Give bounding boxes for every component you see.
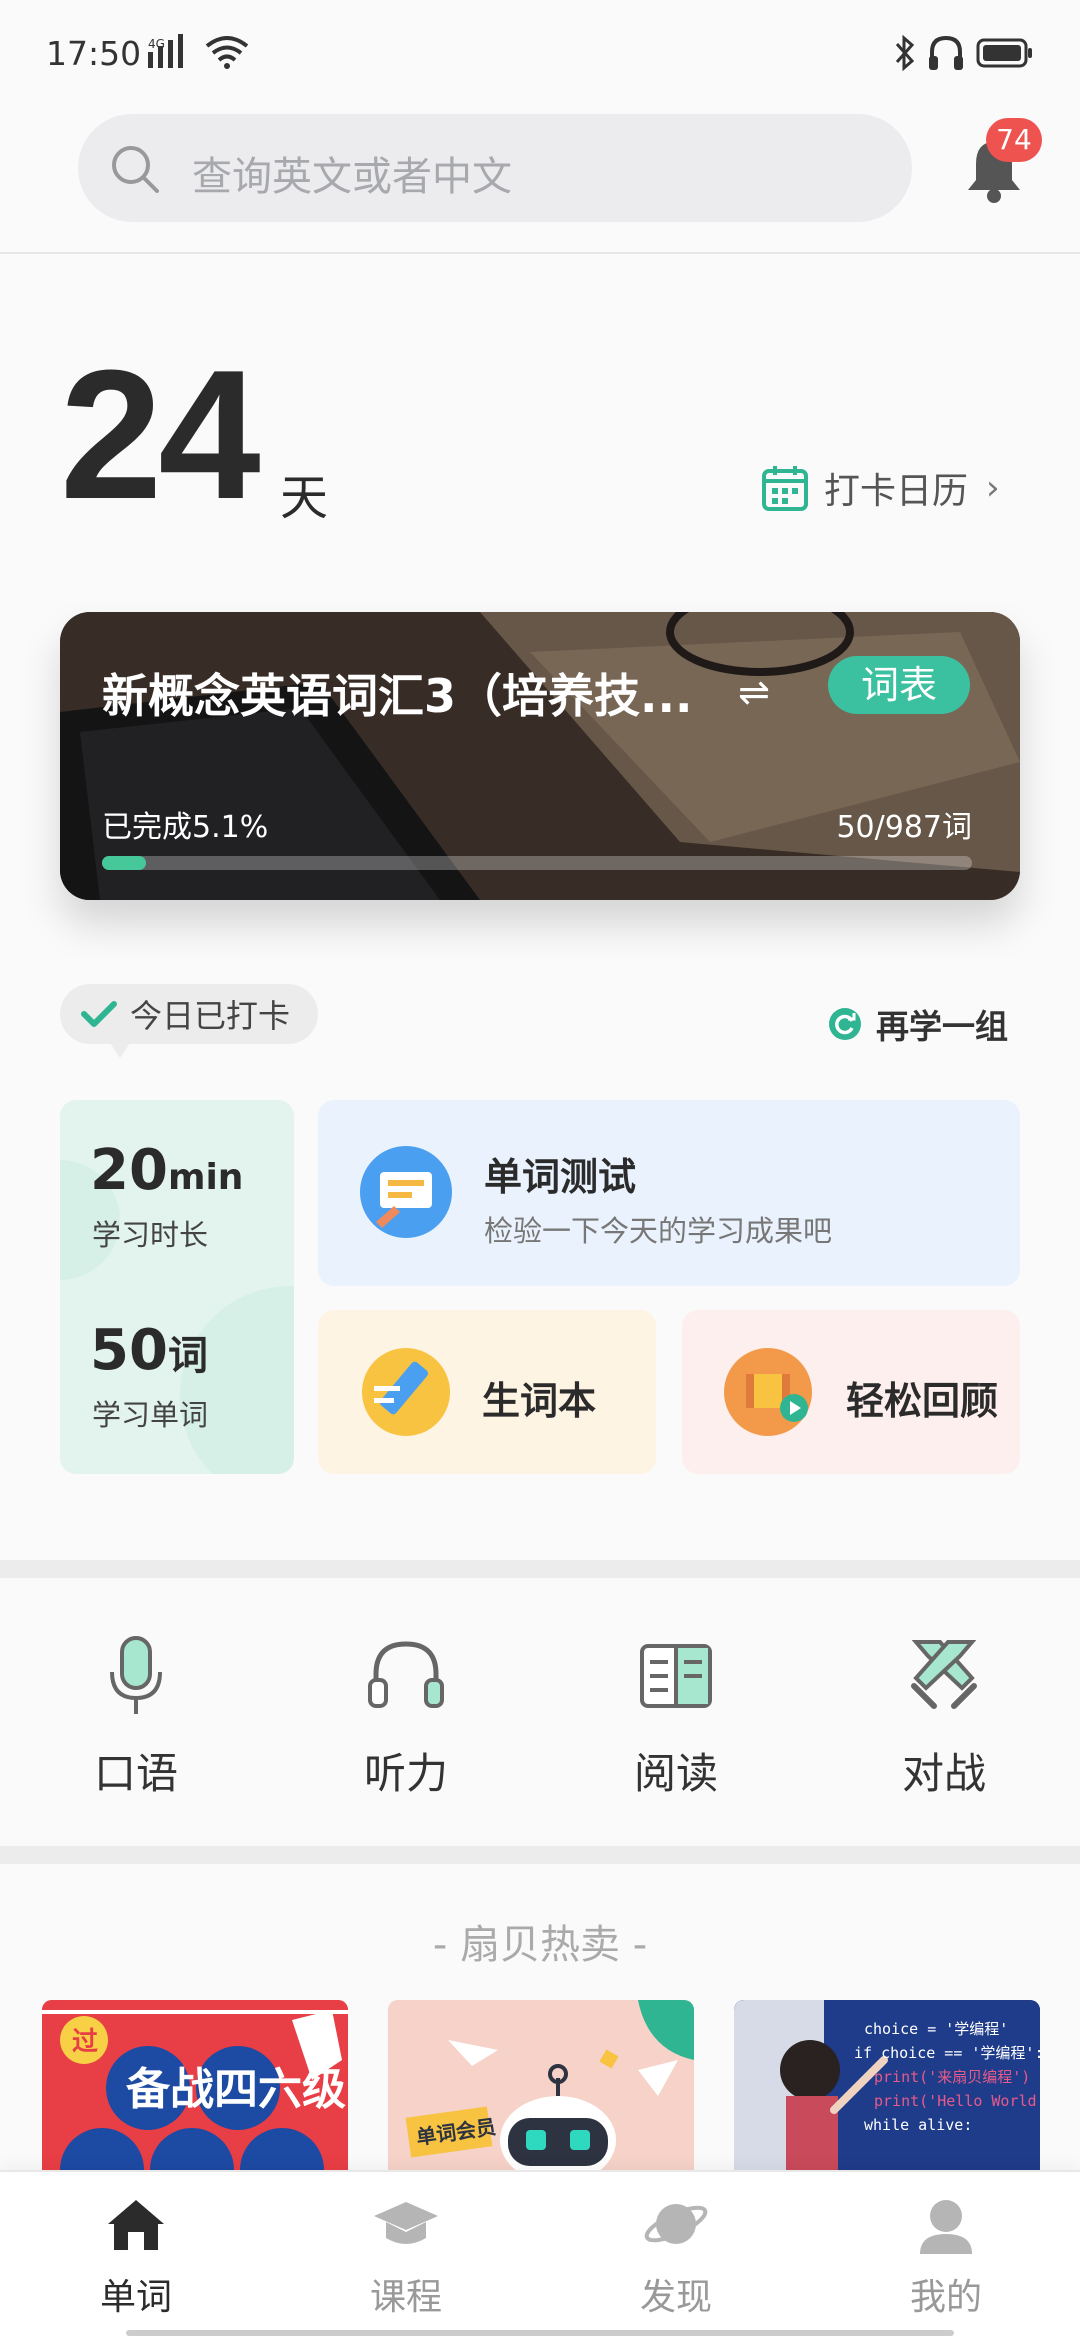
vocab-book-card[interactable]: 生词本: [318, 1310, 656, 1474]
search-header: 查询英文或者中文 74: [0, 100, 1080, 254]
svg-text:备战四六级: 备战四六级: [126, 2064, 346, 2115]
crossed-swords-icon: [911, 1640, 977, 1709]
signal-icon: 4G: [148, 34, 183, 68]
svg-text:过: 过: [72, 2027, 98, 2057]
badge-pointer: [108, 1040, 132, 1058]
book-open-icon: [640, 1644, 712, 1708]
tab-label: 我的: [909, 2277, 982, 2318]
tab-label: 课程: [369, 2277, 442, 2318]
easy-review-card[interactable]: 轻松回顾: [682, 1310, 1020, 1474]
today-checked-in-badge: 今日已打卡: [60, 984, 319, 1044]
feature-row: 口语 听力 阅读 对战: [0, 1578, 1080, 1846]
study-duration-label: 学习时长: [92, 1218, 209, 1252]
calendar-icon: [762, 466, 808, 511]
status-bar: 17:50 4G: [0, 0, 1080, 100]
vocab-book-icon: [362, 1348, 450, 1436]
product-card-cet[interactable]: 过 备战四六级: [42, 2000, 348, 2180]
switch-book-icon[interactable]: ⇌: [738, 670, 770, 714]
search-input[interactable]: 查询英文或者中文: [78, 114, 912, 222]
wifi-icon: [205, 36, 249, 69]
feature-label: 阅读: [633, 1749, 718, 1798]
tab-label: 发现: [639, 2277, 712, 2318]
streak-days: 24: [60, 331, 261, 537]
feature-label: 对战: [901, 1749, 986, 1798]
status-time: 17:50: [46, 34, 142, 73]
book-word-count: 50/987词: [836, 810, 972, 845]
notification-badge: 74: [986, 118, 1042, 162]
planet-icon: [644, 2204, 708, 2244]
section-divider: [0, 1560, 1080, 1578]
product-coding-image: choice = '学编程' if choice == '学编程': print…: [734, 2000, 1040, 2180]
user-icon: [920, 2200, 972, 2254]
easy-review-title: 轻松回顾: [846, 1379, 999, 1423]
study-again-label: 再学一组: [876, 1007, 1008, 1046]
study-words-value: 50词: [90, 1318, 208, 1383]
tab-discover[interactable]: 发现: [596, 2194, 756, 2320]
study-again-button[interactable]: 再学一组: [828, 1000, 1008, 1048]
word-test-icon: [360, 1146, 452, 1238]
today-checked-in-label: 今日已打卡: [130, 997, 291, 1035]
search-icon: [112, 146, 159, 193]
feature-label: 口语: [93, 1749, 178, 1798]
feature-speaking[interactable]: 口语: [36, 1628, 236, 1801]
current-book-card[interactable]: 新概念英语词汇3（培养技... ⇌ 词表 已完成5.1% 50/987词: [60, 612, 1020, 900]
study-words-label: 学习单词: [92, 1398, 209, 1432]
home-icon: [108, 2200, 164, 2250]
tab-words[interactable]: 单词: [56, 2194, 216, 2320]
study-duration-value: 20min: [90, 1138, 244, 1203]
svg-text:print('Hello World'): print('Hello World'): [874, 2092, 1040, 2110]
word-test-card[interactable]: 单词测试 检验一下今天的学习成果吧: [318, 1100, 1020, 1286]
tab-courses[interactable]: 课程: [326, 2194, 486, 2320]
headphones-icon: [929, 35, 963, 70]
bottom-tab-bar: 单词 课程 发现 我的: [0, 2170, 1080, 2340]
word-test-title: 单词测试: [484, 1155, 637, 1199]
streak-unit: 天: [280, 470, 329, 526]
tab-label: 单词: [99, 2277, 172, 2318]
product-card-word-vip[interactable]: 单词会员: [388, 2000, 694, 2180]
refresh-icon: [829, 1008, 861, 1040]
book-progress-fill: [102, 856, 147, 870]
svg-text:print('来扇贝编程'): print('来扇贝编程'): [874, 2068, 1030, 2086]
graduation-cap-icon: [374, 2202, 438, 2244]
svg-text:choice = '学编程': choice = '学编程': [864, 2020, 1008, 2038]
book-progress-bar: [102, 856, 972, 870]
headphones-icon: [368, 1641, 444, 1708]
book-title: 新概念英语词汇3（培养技...: [102, 669, 693, 723]
vocab-book-title: 生词本: [482, 1379, 597, 1423]
review-video-icon: [724, 1348, 812, 1436]
feature-listening[interactable]: 听力: [306, 1628, 506, 1801]
feature-reading[interactable]: 阅读: [576, 1628, 776, 1801]
book-progress-label: 已完成5.1%: [102, 810, 269, 845]
battery-icon: [976, 38, 1032, 68]
product-card-coding[interactable]: choice = '学编程' if choice == '学编程': print…: [734, 2000, 1040, 2180]
home-indicator: [126, 2330, 954, 2336]
chevron-right-icon: ›: [986, 468, 1000, 508]
tab-me[interactable]: 我的: [866, 2194, 1026, 2320]
search-placeholder: 查询英文或者中文: [192, 154, 512, 200]
product-cet-image: 过 备战四六级: [42, 2000, 348, 2180]
checkin-calendar-label: 打卡日历: [824, 471, 969, 512]
bluetooth-icon: [895, 34, 915, 72]
check-icon: [81, 1001, 117, 1027]
study-stats-card: 20min 学习时长 50词 学习单词: [60, 1100, 294, 1474]
microphone-icon: [110, 1636, 162, 1714]
product-vip-image: 单词会员: [388, 2000, 694, 2180]
wordlist-button[interactable]: 词表: [828, 656, 970, 714]
feature-label: 听力: [363, 1749, 448, 1798]
checkin-calendar-link[interactable]: 打卡日历 ›: [760, 460, 1000, 516]
word-test-subtitle: 检验一下今天的学习成果吧: [484, 1214, 833, 1248]
feature-battle[interactable]: 对战: [844, 1628, 1044, 1801]
svg-text:if choice == '学编程':: if choice == '学编程':: [854, 2044, 1040, 2062]
hot-section-title: - 扇贝热卖 -: [432, 1922, 648, 1968]
svg-text:while alive:: while alive:: [864, 2116, 972, 2134]
section-divider: [0, 1846, 1080, 1864]
